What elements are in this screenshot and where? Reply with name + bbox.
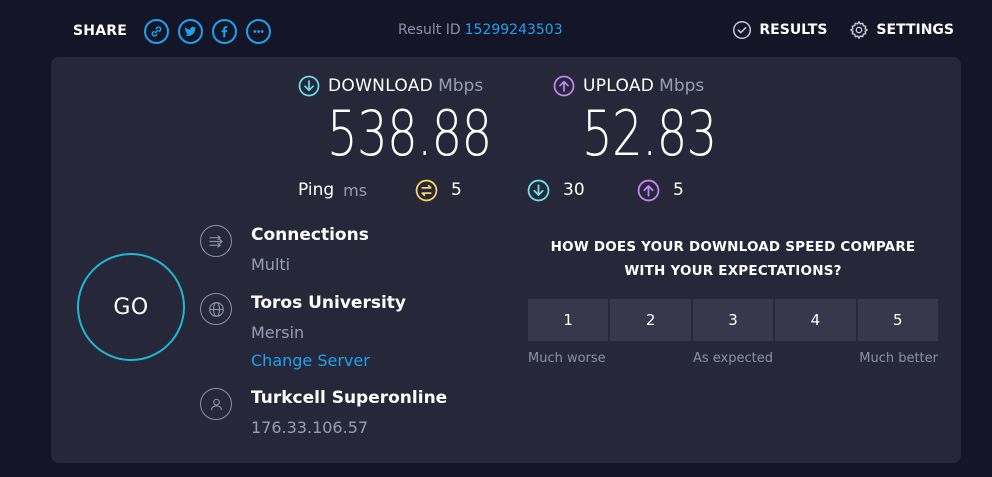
more-icon[interactable]: [245, 18, 271, 44]
download-metric: DOWNLOAD Mbps 538.88: [298, 75, 538, 167]
rating-button-4[interactable]: 4: [775, 299, 856, 341]
download-unit: Mbps: [438, 76, 484, 96]
result-id-label: Result ID: [398, 22, 461, 38]
download-value: 538.88: [327, 97, 492, 170]
ping-idle: 5: [415, 179, 462, 202]
result-id-link[interactable]: 15299243503: [465, 22, 563, 38]
upload-metric: UPLOAD Mbps 52.83: [553, 75, 755, 167]
rating-button-2[interactable]: 2: [610, 299, 691, 341]
settings-button[interactable]: SETTINGS: [849, 20, 954, 40]
jitter-icon: [415, 179, 438, 201]
server-name: Toros University: [251, 293, 407, 313]
ping-upload: 5: [637, 179, 684, 202]
check-circle-icon: [733, 20, 752, 40]
server-location: Mersin: [251, 323, 305, 342]
download-latency-icon: [527, 179, 550, 201]
result-id: Result ID 15299243503: [398, 22, 563, 38]
upload-arrow-icon: [553, 75, 575, 97]
provider-name: Turkcell Superonline: [251, 388, 448, 408]
survey-question: HOW DOES YOUR DOWNLOAD SPEED COMPARE WIT…: [528, 235, 938, 283]
ping-row: Ping ms 5 30 5: [298, 179, 684, 201]
survey-question-line1: HOW DOES YOUR DOWNLOAD SPEED COMPARE: [550, 239, 916, 255]
rating-button-5[interactable]: 5: [857, 299, 939, 341]
results-label: RESULTS: [759, 22, 828, 38]
share-label: SHARE: [73, 23, 127, 39]
connections-title: Connections: [251, 225, 369, 245]
provider-ip: 176.33.106.57: [251, 418, 369, 437]
ping-upload-value: 5: [673, 180, 684, 200]
upload-label: UPLOAD: [583, 76, 655, 96]
results-panel: DOWNLOAD Mbps 538.88 UPLOAD Mbps 52.83 P…: [51, 57, 961, 463]
upload-unit: Mbps: [659, 76, 705, 96]
twitter-icon[interactable]: [177, 18, 203, 44]
ping-unit: ms: [343, 180, 368, 200]
rating-labels: Much worse As expected Much better: [528, 351, 938, 369]
connections-value[interactable]: Multi: [251, 255, 290, 274]
ping-download-value: 30: [563, 180, 585, 200]
download-arrow-icon: [298, 75, 320, 97]
user-icon: [200, 388, 232, 420]
rating-button-3[interactable]: 3: [692, 299, 774, 341]
upload-latency-icon: [637, 179, 660, 201]
survey-question-line2: WITH YOUR EXPECTATIONS?: [624, 263, 842, 279]
go-button[interactable]: GO: [77, 253, 185, 361]
link-icon[interactable]: [143, 18, 169, 44]
settings-label: SETTINGS: [876, 22, 954, 38]
change-server-link[interactable]: Change Server: [251, 351, 370, 370]
ping-idle-value: 5: [451, 180, 462, 200]
rating-label-high: Much better: [859, 351, 938, 366]
results-button[interactable]: RESULTS: [732, 20, 827, 40]
rating-scale: 1 2 3 4 5: [528, 299, 939, 341]
facebook-icon[interactable]: [211, 18, 237, 44]
upload-value: 52.83: [582, 97, 717, 170]
download-label: DOWNLOAD: [328, 76, 434, 96]
gear-icon: [850, 21, 869, 39]
ping-label: Ping: [298, 180, 335, 200]
rating-button-1[interactable]: 1: [528, 299, 609, 341]
globe-icon: [200, 293, 232, 325]
share-bar: SHARE: [73, 18, 271, 44]
connections-icon: [200, 225, 232, 257]
top-nav: RESULTS SETTINGS: [732, 20, 954, 40]
ping-download: 30: [527, 179, 585, 202]
